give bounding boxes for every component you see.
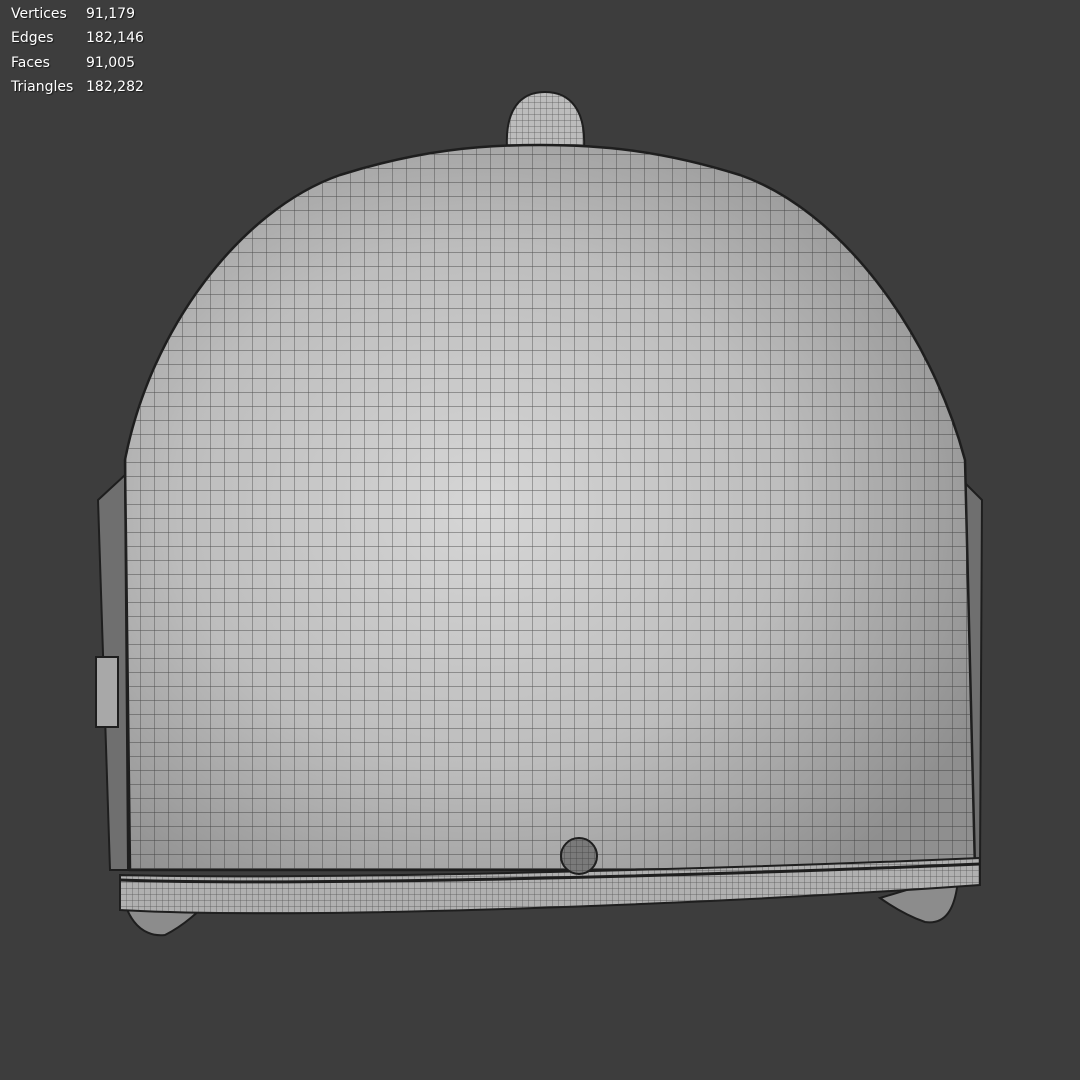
stat-label: Triangles (11, 78, 74, 95)
stat-value: 182,146 (86, 30, 144, 47)
stat-value: 91,179 (86, 6, 135, 22)
stat-row-triangles: Triangles 182,282 (11, 75, 166, 99)
statistics-overlay: Vertices 91,179 Edges 182,146 Faces 91,0… (11, 2, 166, 99)
stat-row-vertices: Vertices 91,179 (11, 2, 166, 26)
stat-value: 91,005 (86, 54, 135, 71)
side-buckle (95, 656, 119, 728)
3d-viewport[interactable]: Vertices 91,179 Edges 182,146 Faces 91,0… (0, 0, 1080, 1080)
stat-label: Faces (11, 54, 50, 71)
stat-label: Vertices (11, 6, 67, 22)
helmet-wireframe-mesh[interactable] (0, 0, 1080, 1080)
stat-row-faces: Faces 91,005 (11, 51, 166, 75)
stat-value: 182,282 (86, 78, 144, 95)
stat-row-edges: Edges 182,146 (11, 26, 166, 50)
stat-label: Edges (11, 30, 54, 47)
